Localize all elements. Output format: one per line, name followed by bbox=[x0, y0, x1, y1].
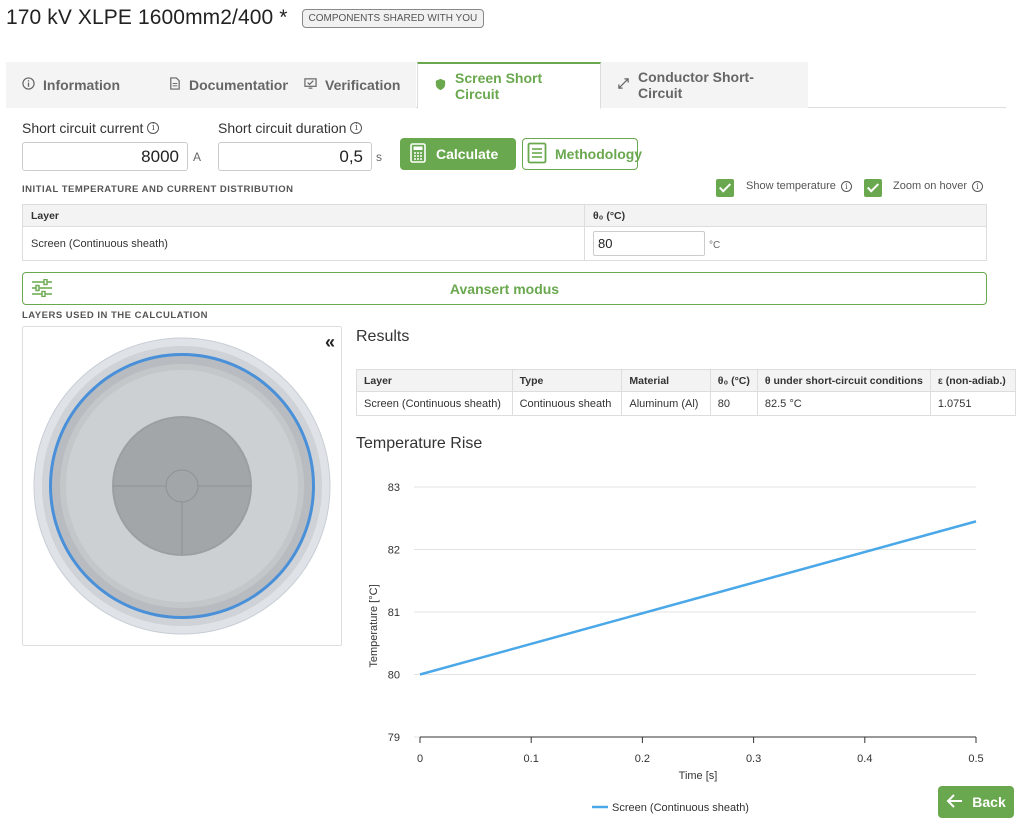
series-line-0 bbox=[419, 520, 977, 676]
current-unit: A bbox=[193, 150, 202, 164]
tab-label: Documentation bbox=[189, 77, 291, 93]
table-cell: Aluminum (Al) bbox=[621, 391, 711, 416]
x-tick-label: 0 bbox=[417, 753, 423, 765]
y-axis-label: Temperature [°C] bbox=[368, 584, 380, 667]
results-title: Results bbox=[356, 328, 410, 345]
back-label: Back bbox=[972, 794, 1006, 810]
column-header: θ under short-circuit conditions bbox=[756, 369, 931, 392]
chart-title: Temperature Rise bbox=[356, 435, 483, 452]
methodology-button[interactable]: Methodology bbox=[522, 138, 642, 170]
back-arrow-icon bbox=[946, 793, 964, 812]
table-row: Screen (Continuous sheath) °C bbox=[22, 226, 987, 261]
show-temperature-label: Show temperature i bbox=[746, 180, 852, 192]
tab-label: Conductor Short-Circuit bbox=[638, 69, 754, 101]
temperature-rise-chart: 79 80 81 82 83 0 0.1 0.2 0.3 0.4 0.5 Time [s] Temper… bbox=[368, 482, 984, 814]
y-tick-label: 81 bbox=[388, 607, 400, 619]
advanced-mode-label: Avansert modus bbox=[449, 280, 560, 297]
info-icon[interactable]: i bbox=[840, 180, 852, 192]
short-circuit-duration-input[interactable] bbox=[218, 142, 372, 171]
calculator-icon bbox=[410, 142, 426, 166]
tab-documentation[interactable]: Documentation bbox=[152, 62, 291, 108]
current-label: Short circuit current i bbox=[22, 120, 160, 136]
table-cell: 82.5 °C bbox=[756, 391, 931, 416]
zoom-on-hover-text: Zoom on hover bbox=[893, 180, 967, 192]
x-tick-label: 0.5 bbox=[968, 753, 983, 765]
table-cell: Continuous sheath bbox=[511, 391, 623, 416]
header: 170 kV XLPE 1600mm2/400 * COMPONENTS SHA… bbox=[6, 4, 485, 32]
tab-label: Verification bbox=[325, 77, 401, 93]
tab-bar: Information Documentation Verification S… bbox=[6, 62, 1006, 109]
book-icon bbox=[527, 142, 547, 167]
shield-icon bbox=[434, 78, 447, 94]
x-tick-label: 0.1 bbox=[524, 753, 539, 765]
column-header: Layer bbox=[356, 369, 513, 392]
cable-cross-section bbox=[33, 337, 331, 635]
tab-verification[interactable]: Verification bbox=[288, 62, 416, 108]
tab-label: Information bbox=[43, 77, 120, 93]
tab-screen-short-circuit[interactable]: Screen Short Circuit bbox=[417, 62, 601, 109]
legend-label: Screen (Continuous sheath) bbox=[612, 802, 749, 814]
zoom-on-hover-checkbox[interactable] bbox=[864, 179, 882, 197]
x-tick-label: 0.3 bbox=[746, 753, 761, 765]
zoom-on-hover-label: Zoom on hover i bbox=[893, 180, 983, 192]
y-tick-label: 79 bbox=[388, 732, 400, 744]
expand-arrows-icon bbox=[617, 77, 630, 93]
layers-caption: LAYERS USED IN THE CALCULATION bbox=[22, 310, 209, 321]
calculate-label: Calculate bbox=[436, 146, 499, 162]
show-temperature-text: Show temperature bbox=[746, 180, 836, 192]
info-icon[interactable]: i bbox=[147, 122, 160, 134]
y-tick-label: 80 bbox=[388, 670, 400, 682]
table-cell: 1.0751 bbox=[929, 391, 1016, 416]
info-icon bbox=[22, 77, 35, 93]
back-button[interactable]: Back bbox=[938, 786, 1014, 818]
tab-label: Screen Short Circuit bbox=[455, 70, 543, 102]
info-icon[interactable]: i bbox=[971, 180, 983, 192]
column-header: Material bbox=[621, 369, 711, 392]
verification-icon bbox=[304, 77, 317, 93]
tab-conductor-short-circuit[interactable]: Conductor Short-Circuit bbox=[601, 62, 808, 108]
calculate-button[interactable]: Calculate bbox=[400, 138, 516, 170]
column-header: ε (non-adiab.) bbox=[929, 369, 1016, 392]
x-axis-label: Time [s] bbox=[679, 770, 718, 782]
duration-label-text: Short circuit duration bbox=[218, 120, 347, 136]
shared-badge: COMPONENTS SHARED WITH YOU bbox=[301, 8, 485, 28]
initial-temperature-table: Layer θ₀ (°C) Screen (Continuous sheath)… bbox=[22, 204, 987, 261]
short-circuit-current-input[interactable] bbox=[22, 142, 188, 171]
column-header: Layer bbox=[22, 204, 585, 227]
duration-unit: s bbox=[376, 150, 382, 164]
table-cell: 80 bbox=[709, 391, 758, 416]
document-icon bbox=[168, 77, 181, 93]
column-header: Type bbox=[511, 369, 623, 392]
tab-information[interactable]: Information bbox=[6, 62, 152, 108]
temp-cell: °C bbox=[584, 226, 987, 261]
duration-label: Short circuit duration i bbox=[218, 120, 363, 136]
layer-cell: Screen (Continuous sheath) bbox=[22, 226, 585, 261]
temp-unit: °C bbox=[709, 240, 721, 251]
results-table: Layer Type Material θ₀ (°C) θ under shor… bbox=[356, 369, 1016, 416]
methodology-label: Methodology bbox=[555, 146, 643, 162]
cable-cross-section-panel: « bbox=[22, 326, 342, 646]
page-title: 170 kV XLPE 1600mm2/400 * bbox=[6, 6, 288, 29]
table-cell: Screen (Continuous sheath) bbox=[356, 391, 513, 416]
column-header: θ₀ (°C) bbox=[709, 369, 758, 392]
info-icon[interactable]: i bbox=[350, 122, 363, 134]
column-header: θ₀ (°C) bbox=[584, 204, 987, 227]
initial-caption: INITIAL TEMPERATURE AND CURRENT DISTRIBU… bbox=[22, 184, 294, 195]
initial-temperature-input[interactable] bbox=[593, 231, 705, 256]
collapse-icon[interactable]: « bbox=[325, 333, 335, 351]
show-temperature-checkbox[interactable] bbox=[716, 179, 734, 197]
y-tick-label: 83 bbox=[388, 482, 400, 494]
x-tick-label: 0.4 bbox=[857, 753, 872, 765]
y-tick-label: 82 bbox=[388, 545, 400, 557]
table-row: Screen (Continuous sheath) Continuous sh… bbox=[356, 391, 1016, 416]
current-label-text: Short circuit current bbox=[22, 120, 144, 136]
advanced-mode-button[interactable]: Avansert modus bbox=[22, 272, 987, 305]
sliders-icon bbox=[31, 278, 53, 302]
x-tick-label: 0.2 bbox=[635, 753, 650, 765]
